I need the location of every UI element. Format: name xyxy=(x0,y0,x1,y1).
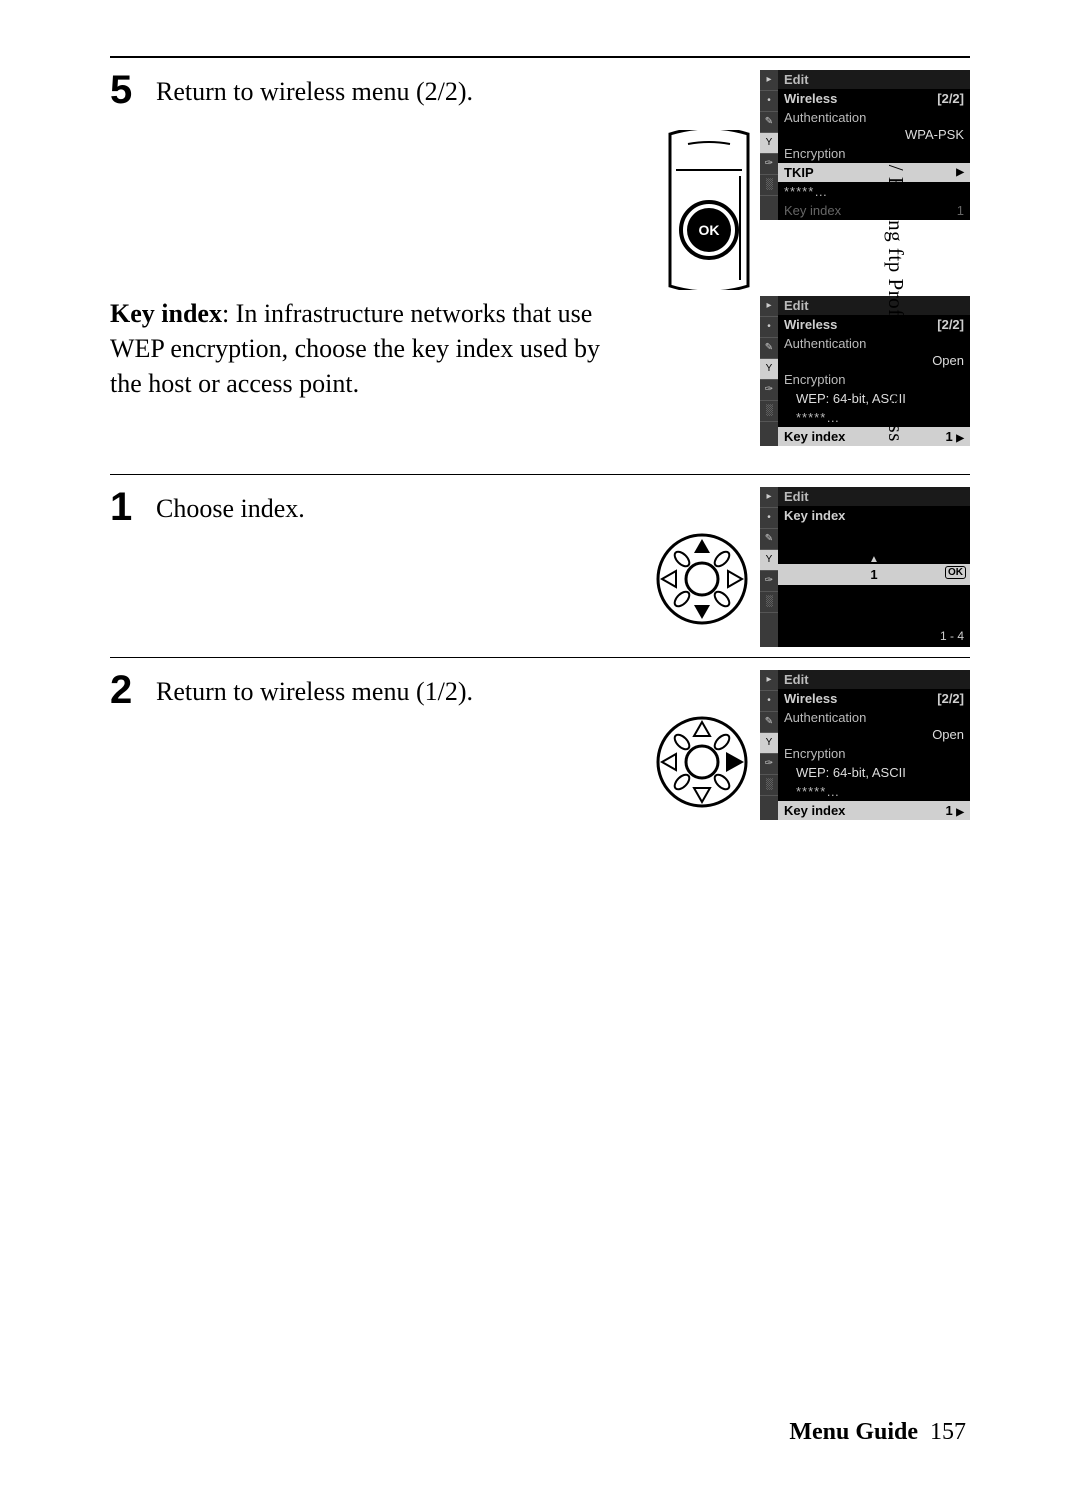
password-mask: *****… xyxy=(796,410,840,425)
pencil-icon: ✎ xyxy=(760,112,778,133)
auth-value: Open xyxy=(778,353,970,370)
step-text: Choose index. xyxy=(156,487,636,527)
step-text: Return to wireless menu (2/2). xyxy=(156,70,648,110)
keyindex-value: 1 xyxy=(945,429,952,444)
camera-screen-2: ▸ • ✎ Y ✑ ░ Edit Wireless [2/2] Authentic… xyxy=(760,296,970,446)
step-text: Return to wireless menu (1/2). xyxy=(156,670,636,710)
recent-icon: ░ xyxy=(760,401,778,422)
side-tab-label: Mode / Editing ftp Profiles / Wireless xyxy=(883,108,908,442)
enc-label: Encryption xyxy=(778,144,970,163)
retouch-icon: ✑ xyxy=(760,571,778,592)
keyindex-value: 1 xyxy=(945,803,952,818)
lcd-title: Key index xyxy=(778,506,970,525)
rule-top xyxy=(110,56,970,58)
wrench-icon: Y xyxy=(760,359,778,380)
wrench-icon: Y xyxy=(760,550,778,571)
enc-value: WEP: 64-bit, ASCII xyxy=(778,763,970,782)
rule-divider xyxy=(110,474,970,475)
password-mask: *****… xyxy=(796,784,840,799)
chevron-right-icon: ▶ xyxy=(956,807,964,818)
enc-label: Encryption xyxy=(778,370,970,389)
wrench-icon: Y xyxy=(760,133,778,154)
keyindex-label: Key index xyxy=(784,429,845,444)
arrow-up-icon: ▲ xyxy=(869,554,879,565)
retouch-icon: ✑ xyxy=(760,754,778,775)
enc-label: Encryption xyxy=(778,744,970,763)
step-number: 1 xyxy=(110,487,138,527)
page-footer: Menu Guide 157 xyxy=(789,1419,966,1446)
enc-value: WEP: 64-bit, ASCII xyxy=(778,389,970,408)
retouch-icon: ✑ xyxy=(760,154,778,175)
camera-screen-3: ▸ • ✎ Y ✑ ░ Edit Key index ▲ 1 OK xyxy=(760,487,970,647)
keyindex-range: 1 - 4 xyxy=(778,623,970,647)
step-number: 2 xyxy=(110,670,138,710)
keyindex-value: 1 xyxy=(870,567,877,582)
lcd-title: Wireless xyxy=(784,317,837,332)
step-2-row: 2 Return to wireless menu (1/2). xyxy=(110,670,970,820)
auth-label: Authentication xyxy=(778,708,970,727)
auth-label: Authentication xyxy=(778,108,970,127)
dot-icon: • xyxy=(760,317,778,338)
step-5-row: 5 Return to wireless menu (2/2). OK ▸ xyxy=(110,70,970,290)
keyindex-label: Key index xyxy=(784,803,845,818)
camera-screen-1: ▸ • ✎ Y ✑ ░ Edit Wireless [2/2] Authentic… xyxy=(760,70,970,220)
dot-icon: • xyxy=(760,91,778,112)
auth-value: Open xyxy=(778,727,970,744)
auth-label: Authentication xyxy=(778,334,970,353)
dot-icon: • xyxy=(760,691,778,712)
svg-text:OK: OK xyxy=(699,222,720,238)
pencil-icon: ✎ xyxy=(760,712,778,733)
page-content: 5 Return to wireless menu (2/2). OK ▸ xyxy=(0,0,1080,820)
dot-icon: • xyxy=(760,508,778,529)
recent-icon: ░ xyxy=(760,775,778,796)
lcd-breadcrumb: Edit xyxy=(778,296,970,315)
play-icon: ▸ xyxy=(760,296,778,317)
play-icon: ▸ xyxy=(760,70,778,91)
recent-icon: ░ xyxy=(760,592,778,613)
enc-value: TKIP xyxy=(784,165,814,180)
pencil-icon: ✎ xyxy=(760,338,778,359)
multi-selector-illustration xyxy=(654,714,750,810)
auth-value: WPA-PSK xyxy=(778,127,970,144)
wrench-icon: Y xyxy=(760,733,778,754)
keyindex-heading: Key index xyxy=(110,299,222,328)
lcd-page: [2/2] xyxy=(937,91,964,106)
lcd-breadcrumb: Edit xyxy=(778,487,970,506)
recent-icon: ░ xyxy=(760,175,778,196)
pencil-icon: ✎ xyxy=(760,529,778,550)
lcd-title: Wireless xyxy=(784,91,837,106)
keyindex-value: 1 xyxy=(957,203,964,218)
ok-button-illustration: OK xyxy=(666,130,752,290)
lcd-breadcrumb: Edit xyxy=(778,670,970,689)
play-icon: ▸ xyxy=(760,487,778,508)
chevron-right-icon: ▶ xyxy=(956,167,964,178)
ok-badge: OK xyxy=(945,566,966,579)
rule-divider xyxy=(110,657,970,658)
lcd-title: Wireless xyxy=(784,691,837,706)
camera-screen-4: ▸ • ✎ Y ✑ ░ Edit Wireless [2/2] Authentic… xyxy=(760,670,970,820)
password-mask: *****… xyxy=(784,184,828,199)
lcd-page: [2/2] xyxy=(937,691,964,706)
keyindex-label: Key index xyxy=(784,203,841,218)
keyindex-row: Key index: In infrastructure networks th… xyxy=(110,296,970,446)
step-1-row: 1 Choose index. xyxy=(110,487,970,647)
lcd-breadcrumb: Edit xyxy=(778,70,970,89)
keyindex-selected: ▲ 1 OK xyxy=(778,564,970,585)
step-number: 5 xyxy=(110,70,138,110)
page-number: 157 xyxy=(930,1419,966,1445)
play-icon: ▸ xyxy=(760,670,778,691)
lcd-page: [2/2] xyxy=(937,317,964,332)
retouch-icon: ✑ xyxy=(760,380,778,401)
footer-label: Menu Guide xyxy=(789,1419,918,1445)
multi-selector-illustration xyxy=(654,531,750,627)
chevron-right-icon: ▶ xyxy=(956,433,964,444)
